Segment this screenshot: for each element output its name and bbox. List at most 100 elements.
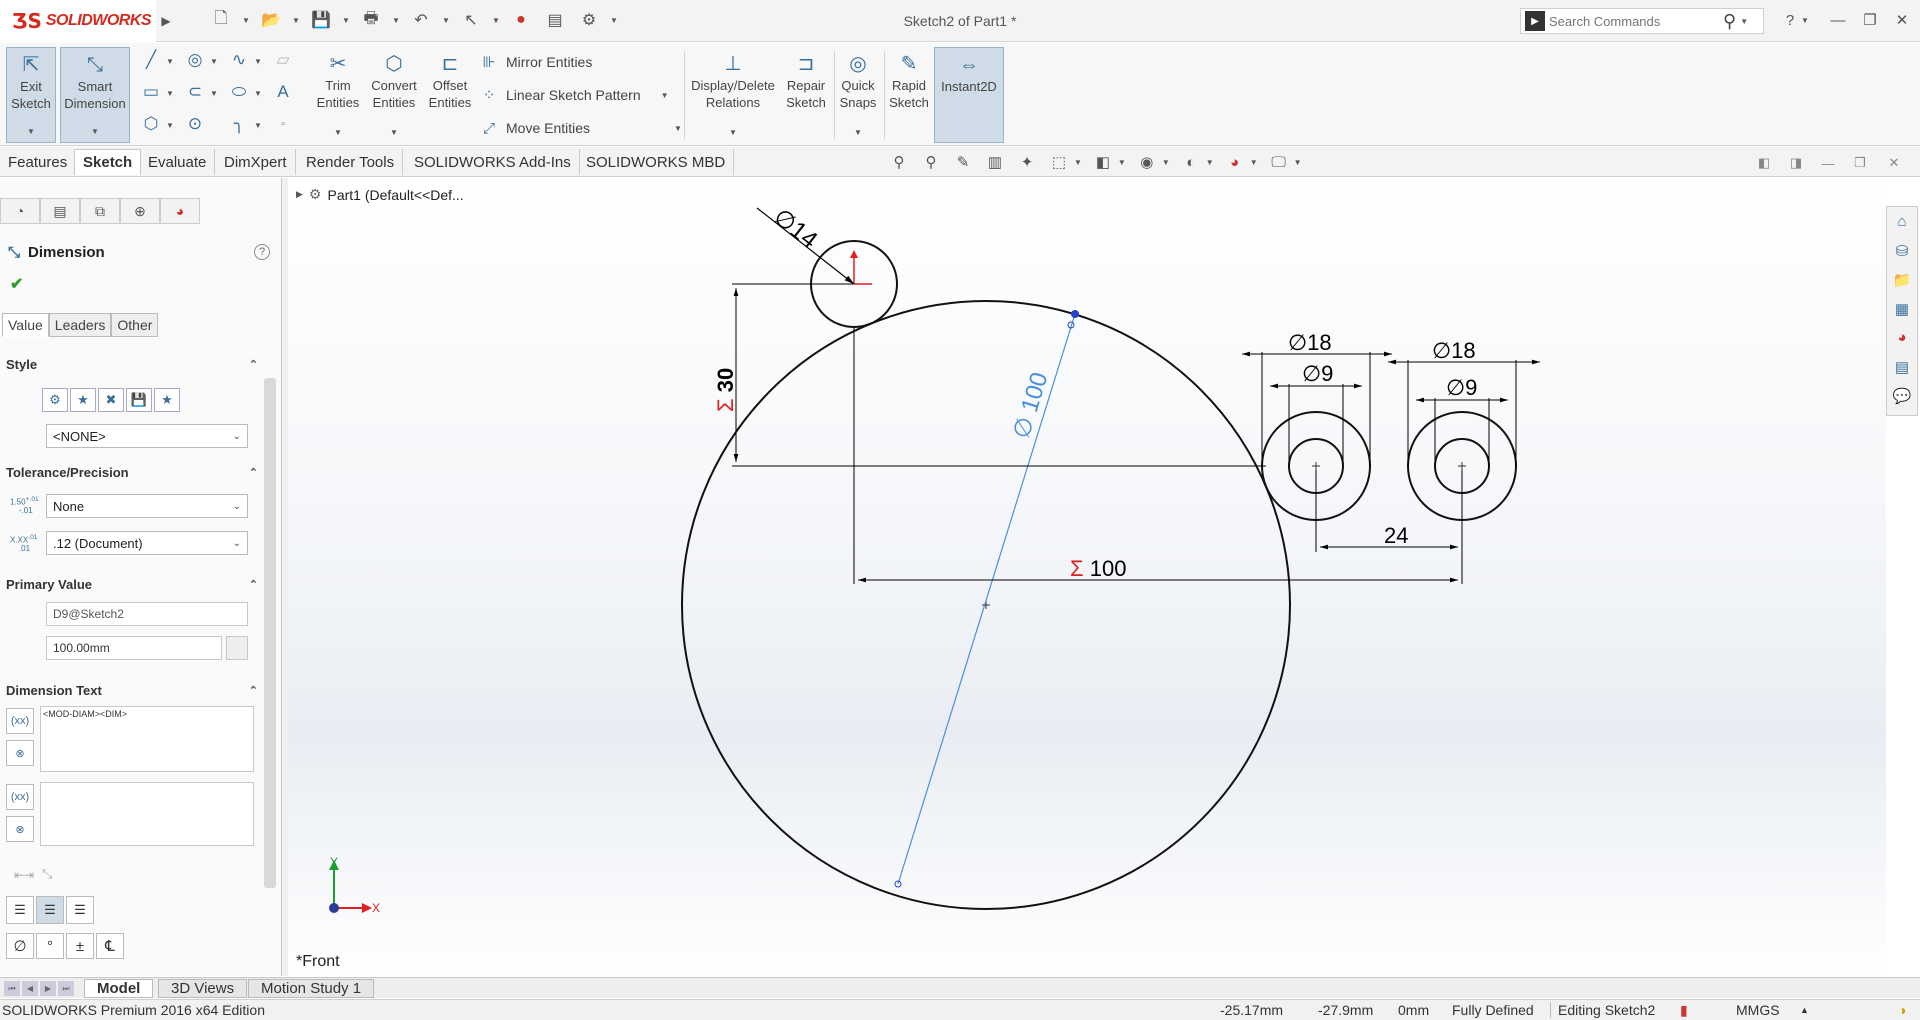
tab-sketch[interactable]: Sketch bbox=[74, 149, 142, 175]
options-gear-icon[interactable]: ⚙ bbox=[576, 8, 602, 32]
graphics-area[interactable]: ▶ ⚙ Part1 (Default<<Def... ∅ 100 ∅14 Σ 3… bbox=[288, 178, 1886, 976]
custom-properties-icon[interactable]: ▤ bbox=[1887, 352, 1917, 381]
panel-scrollbar[interactable] bbox=[264, 378, 276, 888]
align-left-icon[interactable]: ☰ bbox=[6, 896, 34, 924]
value-spin-button[interactable] bbox=[226, 636, 248, 660]
restore-icon[interactable]: ❐ bbox=[1856, 8, 1884, 32]
solidworks-logo[interactable]: ƷS SOLIDWORKS bbox=[0, 0, 156, 42]
appearances-icon[interactable]: ◕ bbox=[1887, 323, 1917, 352]
units-caret-icon[interactable]: ▲ bbox=[1800, 1005, 1809, 1015]
dimension-text-section-header[interactable]: Dimension Text ⌃ bbox=[6, 680, 258, 700]
configuration-manager-tab-icon[interactable]: ⧉ bbox=[80, 198, 120, 224]
subtab-value[interactable]: Value bbox=[2, 313, 49, 337]
zoom-to-fit-icon[interactable]: ⚲ bbox=[888, 151, 910, 173]
doc-minimize-icon[interactable]: — bbox=[1818, 153, 1838, 173]
doc-restore-icon[interactable]: ❐ bbox=[1850, 153, 1870, 173]
align-right-icon[interactable]: ☰ bbox=[66, 896, 94, 924]
repair-sketch-button[interactable]: ⊐ Repair Sketch bbox=[782, 47, 830, 143]
primary-value-section-header[interactable]: Primary Value ⌃ bbox=[6, 574, 258, 594]
design-library-icon[interactable]: ⛁ bbox=[1887, 236, 1917, 265]
zoom-to-area-icon[interactable]: ⚲ bbox=[920, 151, 942, 173]
display-manager-tab-icon[interactable]: ◕ bbox=[160, 198, 200, 224]
view-palette-icon[interactable]: ▦ bbox=[1887, 294, 1917, 323]
print-icon[interactable]: 🖶 bbox=[358, 8, 384, 32]
apply-default-style-icon[interactable]: ⚙ bbox=[42, 388, 68, 412]
ok-check-icon[interactable]: ✔ bbox=[10, 274, 23, 294]
collapse-icon[interactable]: ⌃ bbox=[249, 358, 258, 371]
construction-geometry-icon[interactable]: ⊙ bbox=[184, 113, 206, 135]
view-orientation-icon[interactable]: ⬚ bbox=[1048, 151, 1070, 173]
tab-evaluate[interactable]: Evaluate bbox=[140, 149, 216, 175]
slot-caret-icon[interactable]: ▼ bbox=[210, 89, 218, 98]
collapse-icon[interactable]: ⌃ bbox=[249, 578, 258, 591]
dimxpert-manager-tab-icon[interactable]: ⊕ bbox=[120, 198, 160, 224]
undo-icon[interactable]: ↶ bbox=[408, 8, 434, 32]
subtab-other[interactable]: Other bbox=[111, 313, 159, 337]
exit-sketch-caret-icon[interactable]: ▼ bbox=[27, 123, 35, 142]
hide-show-caret-icon[interactable]: ▼ bbox=[1162, 158, 1170, 167]
open-folder-icon[interactable]: 📂 bbox=[258, 8, 284, 32]
convert-entities-button[interactable]: ⬡ Convert Entities ▼ bbox=[366, 47, 422, 143]
tab-motion-study[interactable]: Motion Study 1 bbox=[248, 979, 375, 998]
point-icon[interactable]: ▫ bbox=[272, 113, 294, 135]
search-input[interactable] bbox=[1549, 13, 1719, 29]
ellipse-icon[interactable]: ⬭ bbox=[228, 81, 250, 103]
options-caret-icon[interactable]: ▼ bbox=[610, 16, 618, 25]
diameter-symbol-icon[interactable]: ∅ bbox=[6, 933, 34, 959]
rapid-sketch-button[interactable]: ✎ Rapid Sketch bbox=[886, 47, 932, 143]
trim-entities-button[interactable]: ✂ Trim Entities ▼ bbox=[312, 47, 364, 143]
file-properties-icon[interactable]: ▤ bbox=[542, 8, 568, 32]
centerline-symbol-icon[interactable]: ℄ bbox=[96, 933, 124, 959]
line-caret-icon[interactable]: ▼ bbox=[166, 57, 174, 66]
collapse-icon[interactable]: ⌃ bbox=[249, 684, 258, 697]
trim-caret-icon[interactable]: ▼ bbox=[334, 124, 342, 143]
scene-caret-icon[interactable]: ▼ bbox=[1250, 158, 1258, 167]
spline-icon[interactable]: ∿ bbox=[228, 49, 250, 71]
rectangle-icon[interactable]: ▭ bbox=[140, 81, 162, 103]
search-caret-icon[interactable]: ▼ bbox=[1740, 17, 1748, 26]
delete-style-icon[interactable]: ✖ bbox=[98, 388, 124, 412]
rectangle-caret-icon[interactable]: ▼ bbox=[166, 89, 174, 98]
line-icon[interactable]: ╱ bbox=[140, 49, 162, 71]
tab-3d-views[interactable]: 3D Views bbox=[158, 979, 248, 998]
pattern-caret-icon[interactable]: ▼ bbox=[661, 91, 669, 100]
hole2-inner-diameter-text[interactable]: ∅9 bbox=[1446, 375, 1477, 400]
display-delete-relations-button[interactable]: ⊥ Display/Delete Relations ▼ bbox=[688, 47, 778, 143]
dimension-name-field[interactable]: D9@Sketch2 bbox=[46, 602, 248, 626]
save-icon[interactable]: 💾 bbox=[308, 8, 334, 32]
tab-solidworks-add-ins[interactable]: SOLIDWORKS Add-Ins bbox=[406, 149, 580, 175]
dimension-text-below[interactable] bbox=[40, 782, 254, 846]
align-center-icon[interactable]: ☰ bbox=[36, 896, 64, 924]
appearance-caret-icon[interactable]: ▼ bbox=[1206, 158, 1214, 167]
save-style-icon[interactable]: 💾 bbox=[126, 388, 152, 412]
view-settings-icon[interactable]: 🖵 bbox=[1268, 151, 1290, 173]
print-caret-icon[interactable]: ▼ bbox=[392, 16, 400, 25]
slot-icon[interactable]: ⊂ bbox=[184, 81, 206, 103]
move-caret-icon[interactable]: ▼ bbox=[674, 124, 682, 133]
ellipse-caret-icon[interactable]: ▼ bbox=[254, 89, 262, 98]
hole1-outer-diameter-text[interactable]: ∅18 bbox=[1288, 330, 1332, 355]
dynamic-annotation-icon[interactable]: ✦ bbox=[1016, 151, 1038, 173]
polygon-icon[interactable]: ⬡ bbox=[140, 113, 162, 135]
view-settings-caret-icon[interactable]: ▼ bbox=[1294, 158, 1302, 167]
horizontal-100-dimension[interactable] bbox=[853, 328, 1463, 584]
search-icon[interactable]: ⚲ bbox=[1723, 11, 1736, 32]
diameter-100-leader[interactable] bbox=[897, 313, 1076, 885]
tab-solidworks-mbd[interactable]: SOLIDWORKS MBD bbox=[578, 149, 735, 175]
next-tab-icon[interactable]: ▶ bbox=[40, 981, 56, 996]
file-explorer-icon[interactable]: 📁 bbox=[1887, 265, 1917, 294]
fillet-caret-icon[interactable]: ▼ bbox=[254, 121, 262, 130]
help-caret-icon[interactable]: ▼ bbox=[1798, 8, 1812, 32]
forum-icon[interactable]: 💬 bbox=[1887, 381, 1917, 410]
quick-snaps-button[interactable]: ◎ Quick Snaps ▼ bbox=[836, 47, 880, 143]
open-caret-icon[interactable]: ▼ bbox=[292, 16, 300, 25]
save-caret-icon[interactable]: ▼ bbox=[342, 16, 350, 25]
insert-text-icon[interactable]: (xx) bbox=[6, 708, 34, 734]
notification-icon[interactable]: ◑ bbox=[1898, 1002, 1906, 1018]
smart-dimension-button[interactable]: ⤡ Smart Dimension ▼ bbox=[60, 47, 130, 143]
display-style-caret-icon[interactable]: ▼ bbox=[1118, 158, 1126, 167]
edit-appearance-icon[interactable]: ◐ bbox=[1180, 151, 1202, 173]
collapse-icon[interactable]: ⌃ bbox=[249, 466, 258, 479]
feature-manager-tab-icon[interactable]: ◔ bbox=[0, 198, 40, 224]
subtab-leaders[interactable]: Leaders bbox=[48, 313, 112, 337]
